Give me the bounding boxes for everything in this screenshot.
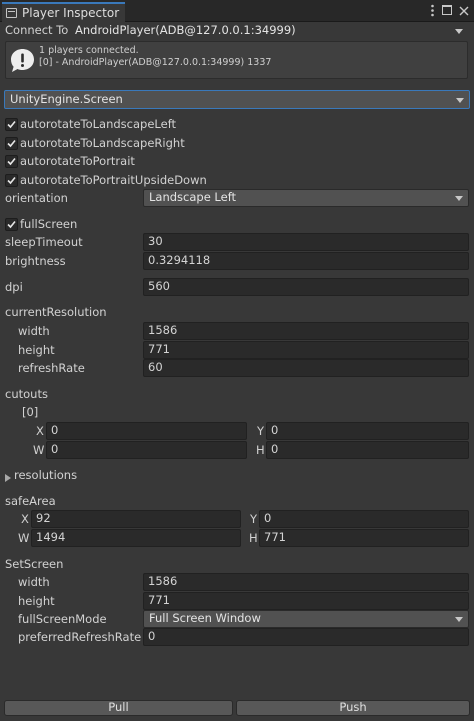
- foldout-arrow-icon[interactable]: [5, 471, 11, 482]
- brightness-value: 0.3294118: [148, 253, 211, 268]
- safe-area-w-value: 1494: [36, 530, 66, 545]
- cutout-x-field[interactable]: 0: [46, 422, 247, 440]
- chevron-down-icon: [455, 29, 463, 34]
- push-button[interactable]: Push: [236, 700, 470, 716]
- set-screen-width-value: 1586: [148, 574, 178, 589]
- tab-player-inspector[interactable]: Player Inspector: [2, 2, 125, 22]
- autorotate-portrait-upside-down-label: autorotateToPortraitUpsideDown: [20, 173, 207, 187]
- chevron-down-icon: [455, 617, 463, 622]
- message-line-2: [0] - AndroidPlayer(ADB@127.0.0.1:34999)…: [39, 57, 272, 68]
- cutout-w-field[interactable]: 0: [46, 441, 247, 459]
- chevron-down-icon: [455, 196, 463, 201]
- cutouts-label: cutouts: [5, 387, 48, 401]
- set-screen-width-label: width: [18, 575, 50, 589]
- pull-button-label: Pull: [108, 700, 129, 715]
- resolutions-foldout-label[interactable]: resolutions: [14, 469, 77, 482]
- refresh-rate-value: 60: [148, 360, 163, 375]
- autorotate-portrait-upside-down-checkbox[interactable]: [5, 174, 18, 187]
- orientation-value: Landscape Left: [149, 190, 237, 205]
- preferred-refresh-rate-label: preferredRefreshRate: [18, 630, 142, 644]
- close-icon[interactable]: [459, 5, 469, 16]
- kebab-menu-icon[interactable]: [431, 4, 434, 17]
- fullscreen-checkbox[interactable]: [5, 218, 18, 231]
- fullscreen-label: fullScreen: [20, 217, 78, 231]
- current-resolution-height-label: height: [18, 343, 55, 357]
- sleep-timeout-field[interactable]: 30: [143, 233, 469, 251]
- set-screen-width-field[interactable]: 1586: [143, 573, 469, 591]
- safe-area-label: safeArea: [5, 494, 56, 508]
- fullscreen-mode-value: Full Screen Window: [149, 611, 261, 626]
- safe-area-y-field[interactable]: 0: [259, 510, 469, 528]
- safe-area-h-field[interactable]: 771: [259, 529, 469, 547]
- safe-area-y-label: Y: [250, 512, 258, 526]
- current-resolution-width-label: width: [18, 324, 50, 338]
- dpi-field[interactable]: 560: [143, 278, 469, 296]
- brightness-label: brightness: [5, 254, 66, 268]
- set-screen-label: SetScreen: [5, 557, 64, 571]
- warning-icon: [9, 47, 36, 74]
- cutout-y-field[interactable]: 0: [266, 422, 469, 440]
- sleep-timeout-value: 30: [148, 234, 163, 249]
- object-type-value: UnityEngine.Screen: [10, 91, 123, 106]
- autorotate-landscape-left-label: autorotateToLandscapeLeft: [20, 117, 177, 131]
- safe-area-w-label: W: [18, 531, 30, 545]
- orientation-dropdown[interactable]: Landscape Left: [143, 189, 469, 207]
- refresh-rate-label: refreshRate: [18, 361, 85, 375]
- autorotate-landscape-left-checkbox[interactable]: [5, 118, 18, 131]
- safe-area-x-value: 92: [36, 511, 51, 526]
- safe-area-x-label: X: [21, 512, 29, 526]
- fullscreen-mode-label: fullScreenMode: [18, 612, 107, 626]
- cutout-w-label: W: [33, 443, 45, 457]
- cutout-y-label: Y: [257, 424, 265, 438]
- push-button-label: Push: [339, 700, 367, 715]
- current-resolution-width-field[interactable]: 1586: [143, 322, 469, 340]
- tab-title: Player Inspector: [22, 6, 120, 20]
- sleep-timeout-label: sleepTimeout: [5, 235, 83, 249]
- autorotate-portrait-checkbox[interactable]: [5, 155, 18, 168]
- status-message-box: 1 players connected. [0] - AndroidPlayer…: [5, 41, 468, 79]
- safe-area-h-value: 771: [264, 530, 286, 545]
- maximize-icon[interactable]: [442, 5, 452, 15]
- safe-area-x-field[interactable]: 92: [31, 510, 241, 528]
- set-screen-height-value: 771: [148, 593, 170, 608]
- current-resolution-height-value: 771: [148, 342, 170, 357]
- dpi-label: dpi: [5, 280, 23, 294]
- orientation-label: orientation: [5, 191, 68, 205]
- safe-area-h-label: H: [249, 531, 258, 545]
- message-line-1: 1 players connected.: [39, 45, 139, 56]
- brightness-field[interactable]: 0.3294118: [143, 252, 469, 270]
- preferred-refresh-rate-field[interactable]: 0: [143, 628, 469, 646]
- cutout-x-value: 0: [51, 423, 59, 438]
- object-type-dropdown[interactable]: UnityEngine.Screen: [4, 90, 470, 109]
- preferred-refresh-rate-value: 0: [148, 629, 156, 644]
- cutout-x-label: X: [36, 424, 44, 438]
- set-screen-height-label: height: [18, 594, 55, 608]
- set-screen-height-field[interactable]: 771: [143, 592, 469, 610]
- fullscreen-mode-dropdown[interactable]: Full Screen Window: [143, 610, 469, 628]
- window-icon: [6, 8, 17, 18]
- chevron-down-icon: [456, 98, 464, 103]
- current-resolution-height-field[interactable]: 771: [143, 341, 469, 359]
- autorotate-portrait-label: autorotateToPortrait: [20, 154, 135, 168]
- connect-to-dropdown[interactable]: AndroidPlayer(ADB@127.0.0.1:34999): [72, 22, 469, 39]
- dpi-value: 560: [148, 279, 170, 294]
- cutout-y-value: 0: [271, 423, 279, 438]
- cutout-w-value: 0: [51, 442, 59, 457]
- pull-button[interactable]: Pull: [4, 700, 233, 716]
- autorotate-landscape-right-checkbox[interactable]: [5, 137, 18, 150]
- cutout-h-value: 0: [271, 442, 279, 457]
- safe-area-w-field[interactable]: 1494: [31, 529, 241, 547]
- connect-to-value: AndroidPlayer(ADB@127.0.0.1:34999): [75, 22, 296, 37]
- connect-to-label: Connect To: [5, 23, 69, 37]
- autorotate-landscape-right-label: autorotateToLandscapeRight: [20, 136, 185, 150]
- cutout-h-field[interactable]: 0: [266, 441, 469, 459]
- safe-area-y-value: 0: [264, 511, 272, 526]
- cutout-h-label: H: [256, 443, 265, 457]
- cutout-item-label: [0]: [22, 405, 39, 419]
- current-resolution-width-value: 1586: [148, 323, 178, 338]
- current-resolution-label: currentResolution: [5, 305, 107, 319]
- refresh-rate-field[interactable]: 60: [143, 359, 469, 377]
- window-title-bar: Player Inspector: [0, 0, 474, 22]
